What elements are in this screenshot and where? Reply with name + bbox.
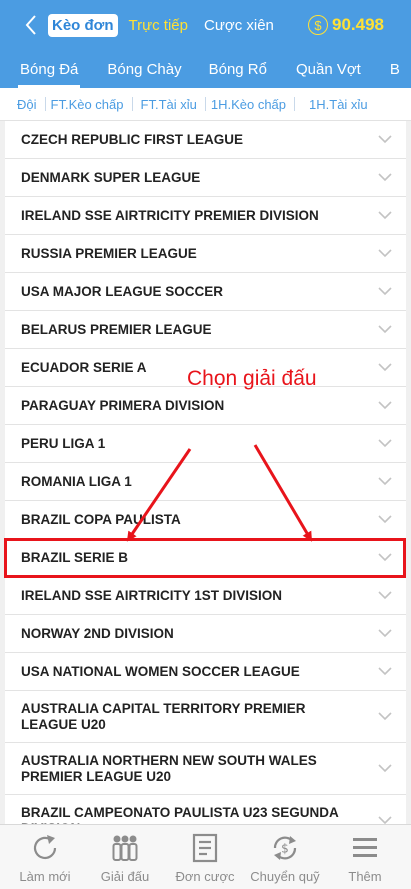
league-name: IRELAND SSE AIRTRICITY PREMIER DIVISION [21,207,319,223]
league-name: BRAZIL CAMPEONATO PAULISTA U23 SEGUNDA D… [21,804,339,825]
league-name: BRAZIL COPA PAULISTA [21,511,181,527]
nav-label: Làm mới [19,869,71,884]
tab-football[interactable]: Bóng Đá [17,61,81,88]
chevron-down-icon [378,172,392,181]
filter-1h-handicap[interactable]: 1H.Kèo chấp [211,97,286,112]
sport-tabs: Bóng Đá Bóng Chày Bóng Rổ Quần Vợt B [0,50,411,88]
tab-parlay[interactable]: Cược xiên [199,14,279,37]
players-icon [112,835,138,861]
nav-label: Chuyển quỹ [250,869,320,884]
league-row[interactable]: PERU LIGA 1 [5,425,406,463]
league-row[interactable]: RUSSIA PREMIER LEAGUE [5,235,406,273]
league-row[interactable]: IRELAND SSE AIRTRICITY 1ST DIVISION [5,577,406,615]
chevron-down-icon [378,248,392,257]
league-name: BELARUS PREMIER LEAGUE [21,321,212,337]
chevron-down-icon [378,134,392,143]
nav-label: Giải đấu [100,869,150,884]
league-name: ROMANIA LIGA 1 [21,473,132,489]
league-name: AUSTRALIA NORTHERN NEW SOUTH WALES PREMI… [21,752,317,784]
nav-more[interactable]: Thêm [335,825,395,889]
league-name: DENMARK SUPER LEAGUE [21,169,201,185]
chevron-down-icon [378,210,392,219]
chevron-down-icon [378,763,392,772]
svg-text:$: $ [281,842,289,856]
league-row[interactable]: DENMARK SUPER LEAGUE [5,159,406,197]
refresh-icon [33,835,57,860]
league-row[interactable]: AUSTRALIA CAPITAL TERRITORY PREMIER LEAG… [5,691,406,743]
menu-icon [353,838,377,857]
league-row[interactable]: USA MAJOR LEAGUE SOCCER [5,273,406,311]
league-row[interactable]: IRELAND SSE AIRTRICITY PREMIER DIVISION [5,197,406,235]
league-name: CZECH REPUBLIC FIRST LEAGUE [21,131,244,147]
balance-display: $ 90.498 [308,15,384,35]
nav-bet-slip[interactable]: Đơn cược [170,825,240,889]
league-row[interactable]: BRAZIL COPA PAULISTA [5,501,406,539]
balance-amount: 90.498 [332,15,384,34]
league-row[interactable]: USA NATIONAL WOMEN SOCCER LEAGUE [5,653,406,691]
chevron-left-icon [25,15,36,35]
league-row[interactable]: NORWAY 2ND DIVISION [5,615,406,653]
nav-transfer[interactable]: $ Chuyển quỹ [247,825,323,889]
league-row[interactable]: BELARUS PREMIER LEAGUE [5,311,406,349]
back-button[interactable] [20,0,42,50]
divider [131,97,133,111]
bet-type-tabs: Kèo đơn Trực tiếp Cược xiên [48,0,285,50]
column-filter-bar: Đội FT.Kèo chấp FT.Tài xỉu 1H.Kèo chấp 1… [0,88,411,121]
chevron-down-icon [378,476,392,485]
chevron-down-icon [378,590,392,599]
nav-label: Đơn cược [175,869,235,884]
chevron-down-icon [378,362,392,371]
tab-tennis[interactable]: Quần Vợt [296,61,361,78]
league-name: NORWAY 2ND DIVISION [21,625,174,641]
divider [204,97,206,111]
chevron-down-icon [378,815,392,824]
chevron-down-icon [378,400,392,409]
league-name: PERU LIGA 1 [21,435,106,451]
nav-leagues[interactable]: Giải đấu [90,825,160,889]
league-list: CZECH REPUBLIC FIRST LEAGUE DENMARK SUPER… [5,121,406,824]
tab-basketball[interactable]: Bóng Rổ [209,61,267,78]
top-bar: Kèo đơn Trực tiếp Cược xiên $ 90.498 [0,0,411,50]
annotation-label: Chọn giải đấu [187,367,317,390]
chevron-down-icon [378,666,392,675]
tab-baseball[interactable]: Bóng Chày [107,61,181,78]
tab-single-bet[interactable]: Kèo đơn [48,13,118,37]
chevron-down-icon [378,324,392,333]
filter-ft-over-under[interactable]: FT.Tài xỉu [141,97,197,112]
chevron-down-icon [378,286,392,295]
bottom-nav: Làm mới Giải đấu Đơn cược $ Chuyển quỹ T… [0,824,411,889]
league-row[interactable]: CZECH REPUBLIC FIRST LEAGUE [5,121,406,159]
league-name: RUSSIA PREMIER LEAGUE [21,245,197,261]
league-row[interactable]: AUSTRALIA NORTHERN NEW SOUTH WALES PREMI… [5,743,406,795]
chevron-down-icon [378,628,392,637]
divider [294,97,296,111]
chevron-down-icon [378,552,392,561]
filter-ft-handicap[interactable]: FT.Kèo chấp [51,97,124,112]
nav-label: Thêm [348,869,382,884]
league-name: PARAGUAY PRIMERA DIVISION [21,397,225,413]
tab-live[interactable]: Trực tiếp [124,14,194,37]
chevron-down-icon [378,711,392,720]
tab-more-sport[interactable]: B [390,61,400,78]
chevron-down-icon [378,438,392,447]
league-row[interactable]: BRAZIL SERIE B [5,539,406,577]
transfer-funds-icon: $ [273,836,297,860]
bet-slip-icon [192,833,218,863]
chevron-down-icon [378,514,392,523]
league-name: IRELAND SSE AIRTRICITY 1ST DIVISION [21,587,283,603]
league-name: BRAZIL SERIE B [21,549,129,565]
nav-refresh[interactable]: Làm mới [10,825,80,889]
league-row[interactable]: PARAGUAY PRIMERA DIVISION [5,387,406,425]
divider [44,97,46,111]
league-name: USA MAJOR LEAGUE SOCCER [21,283,224,299]
dollar-coin-icon: $ [308,15,328,35]
league-row[interactable]: ROMANIA LIGA 1 [5,463,406,501]
league-name: AUSTRALIA CAPITAL TERRITORY PREMIER LEAG… [21,700,306,732]
league-row[interactable]: BRAZIL CAMPEONATO PAULISTA U23 SEGUNDA D… [5,795,406,824]
filter-team[interactable]: Đội [17,97,37,112]
filter-1h-over-under[interactable]: 1H.Tài xỉu [309,97,368,112]
league-name: USA NATIONAL WOMEN SOCCER LEAGUE [21,663,300,679]
